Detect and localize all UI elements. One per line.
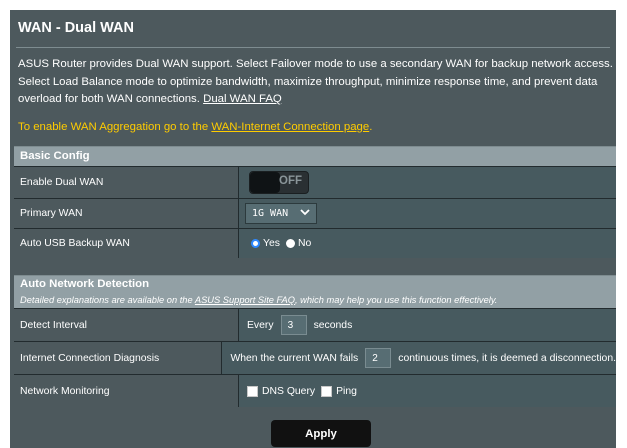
- detect-interval-input[interactable]: 3: [280, 315, 307, 335]
- row-primary-wan: Primary WAN 1G WAN: [14, 198, 616, 228]
- toggle-knob: [250, 172, 280, 193]
- basic-config-section: Basic Config Enable Dual WAN OFF Primary…: [14, 146, 616, 258]
- description-text: ASUS Router provides Dual WAN support. S…: [18, 58, 613, 105]
- aggregation-suffix: .: [369, 121, 373, 133]
- asus-support-faq-link[interactable]: ASUS Support Site FAQ: [195, 295, 295, 305]
- connection-diagnosis-label: Internet Connection Diagnosis: [14, 342, 222, 374]
- title-divider: [16, 47, 610, 48]
- auto-usb-backup-radio-group: Yes No: [251, 238, 317, 249]
- aggregation-text: To enable WAN Aggregation go to the: [18, 121, 209, 133]
- enable-dual-wan-value: OFF: [238, 167, 616, 198]
- detect-interval-suffix: seconds: [313, 319, 353, 331]
- detection-note-text: Detailed explanations are available on t…: [20, 295, 193, 305]
- radio-no[interactable]: [285, 239, 295, 248]
- auto-network-detection-section: Auto Network Detection Detailed explanat…: [14, 275, 616, 407]
- row-enable-dual-wan: Enable Dual WAN OFF: [14, 166, 616, 198]
- auto-usb-backup-value: Yes No: [238, 229, 616, 258]
- enable-dual-wan-label: Enable Dual WAN: [14, 167, 238, 198]
- page-description: ASUS Router provides Dual WAN support. S…: [18, 56, 614, 109]
- primary-wan-select[interactable]: 1G WAN: [245, 203, 317, 224]
- primary-wan-selected: 1G WAN: [252, 208, 289, 219]
- basic-config-header: Basic Config: [14, 147, 616, 166]
- row-detect-interval: Detect Interval Every 3 seconds: [14, 308, 616, 341]
- ping-label: Ping: [336, 385, 357, 397]
- dns-query-label: DNS Query: [262, 385, 316, 397]
- page-title: WAN - Dual WAN: [18, 20, 134, 36]
- connection-diagnosis-value: When the current WAN fails 2 continuous …: [221, 342, 616, 374]
- monitoring-checkboxes: DNS Query Ping: [247, 385, 363, 397]
- dual-wan-panel: WAN - Dual WAN ASUS Router provides Dual…: [10, 10, 616, 448]
- wan-internet-connection-link[interactable]: WAN-Internet Connection page: [211, 121, 369, 133]
- enable-dual-wan-toggle[interactable]: OFF: [249, 171, 309, 194]
- detection-note: Detailed explanations are available on t…: [14, 292, 616, 308]
- row-connection-diagnosis: Internet Connection Diagnosis When the c…: [14, 341, 616, 374]
- apply-button[interactable]: Apply: [271, 420, 371, 447]
- chevron-down-icon: [300, 209, 310, 216]
- ping-checkbox[interactable]: [321, 385, 333, 397]
- network-monitoring-value: DNS Query Ping: [238, 375, 616, 407]
- auto-usb-backup-label: Auto USB Backup WAN: [14, 229, 238, 258]
- diagnosis-suffix: continuous times, it is deemed a disconn…: [398, 352, 616, 364]
- row-auto-usb-backup: Auto USB Backup WAN Yes No: [14, 228, 616, 258]
- detect-interval-prefix: Every: [247, 319, 274, 331]
- auto-network-detection-header: Auto Network Detection: [14, 276, 616, 292]
- diagnosis-count-input[interactable]: 2: [365, 348, 392, 368]
- radio-yes[interactable]: [251, 239, 260, 248]
- network-monitoring-label: Network Monitoring: [14, 375, 238, 407]
- radio-yes-label: Yes: [263, 238, 280, 249]
- aggregation-notice: To enable WAN Aggregation go to the WAN-…: [18, 121, 372, 133]
- dns-query-checkbox[interactable]: [247, 385, 258, 397]
- row-network-monitoring: Network Monitoring DNS Query Ping: [14, 374, 616, 407]
- detect-interval-value: Every 3 seconds: [238, 309, 616, 341]
- primary-wan-value: 1G WAN: [238, 199, 616, 228]
- primary-wan-label: Primary WAN: [14, 199, 238, 228]
- detect-interval-label: Detect Interval: [14, 309, 238, 341]
- detection-note-suffix: , which may help you use this function e…: [294, 295, 498, 305]
- diagnosis-prefix: When the current WAN fails: [230, 352, 359, 364]
- toggle-state-text: OFF: [279, 175, 302, 187]
- dual-wan-faq-link[interactable]: Dual WAN FAQ: [203, 93, 282, 105]
- radio-no-label: No: [297, 238, 312, 249]
